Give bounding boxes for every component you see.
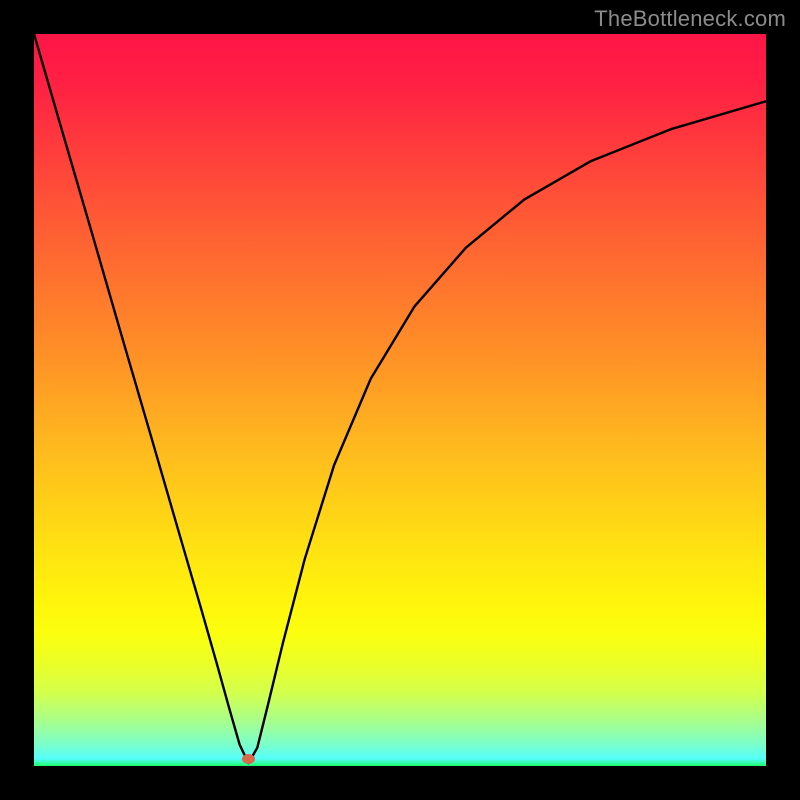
bottleneck-curve	[34, 34, 766, 766]
curve-line	[34, 34, 766, 763]
watermark-text: TheBottleneck.com	[594, 6, 786, 32]
optimal-point-marker	[242, 754, 255, 764]
plot-area	[34, 34, 766, 766]
chart-frame: TheBottleneck.com	[0, 0, 800, 800]
